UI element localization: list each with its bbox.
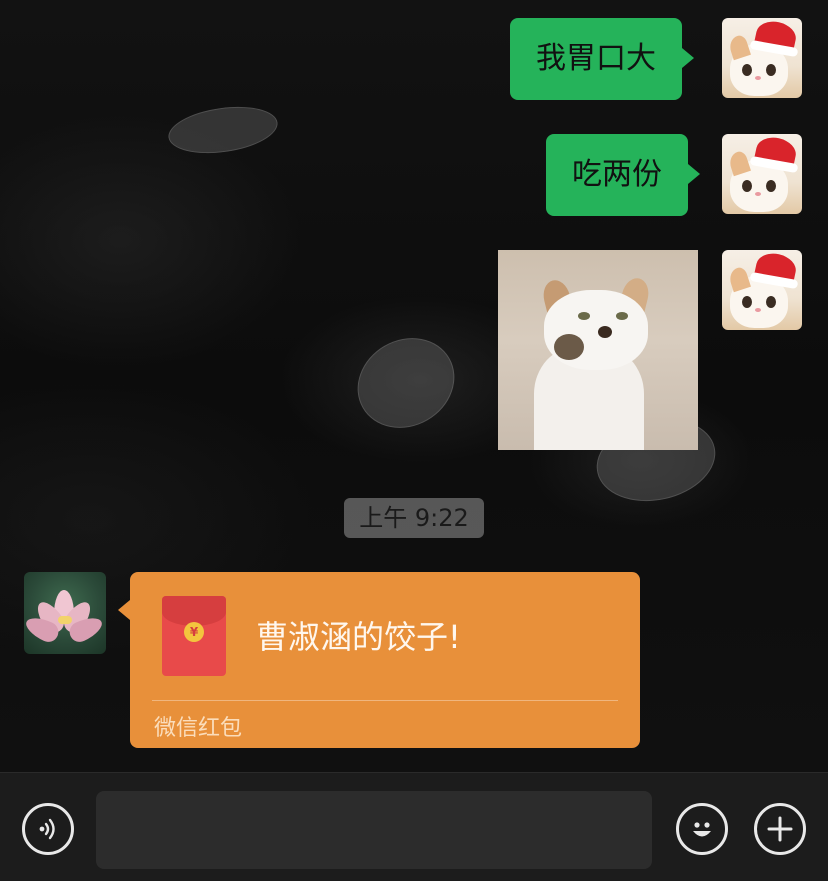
background-leaf (341, 320, 471, 446)
cat-eye (578, 312, 590, 320)
avatar-eye (742, 296, 752, 308)
red-packet-label: 微信红包 (154, 716, 243, 741)
voice-icon (39, 818, 55, 840)
red-packet-title: 曹淑涵的饺子! (256, 618, 461, 656)
message-text: 吃两份 (572, 157, 662, 192)
my-avatar[interactable] (722, 18, 802, 98)
my-avatar[interactable] (722, 250, 802, 330)
avatar-eye (742, 180, 752, 192)
cat-eye (616, 312, 628, 320)
message-bubble[interactable]: 我胃口大 (510, 18, 694, 100)
red-packet-message[interactable]: ¥ 曹淑涵的饺子! 微信红包 (118, 572, 640, 748)
input-toolbar (0, 772, 828, 881)
cat-head (544, 290, 648, 370)
coin-icon: ¥ (184, 622, 204, 642)
plus-icon (767, 816, 793, 842)
cat-mouth (598, 326, 612, 338)
avatar-eye (766, 64, 776, 76)
avatar-nose (755, 76, 761, 80)
avatar-nose (755, 308, 761, 312)
message-bubble[interactable]: 吃两份 (546, 134, 700, 216)
red-packet-icon: ¥ (162, 596, 226, 676)
timestamp: 上午 9:22 (344, 498, 484, 538)
cat-patch (554, 334, 584, 360)
avatar-eye (766, 180, 776, 192)
message-input[interactable] (96, 791, 652, 869)
divider (152, 700, 618, 701)
emoji-button[interactable] (676, 803, 728, 855)
timestamp-text: 上午 9:22 (359, 504, 469, 532)
voice-button[interactable] (22, 803, 74, 855)
background-leaf (165, 100, 281, 160)
message-text: 我胃口大 (536, 41, 656, 76)
contact-avatar[interactable] (24, 572, 106, 654)
emoji-icon (693, 822, 711, 837)
avatar-eye (742, 64, 752, 76)
cat-image-message[interactable] (498, 250, 698, 450)
my-avatar[interactable] (722, 134, 802, 214)
avatar-eye (766, 296, 776, 308)
lotus-center (58, 616, 72, 624)
more-button[interactable] (754, 803, 806, 855)
avatar-nose (755, 192, 761, 196)
